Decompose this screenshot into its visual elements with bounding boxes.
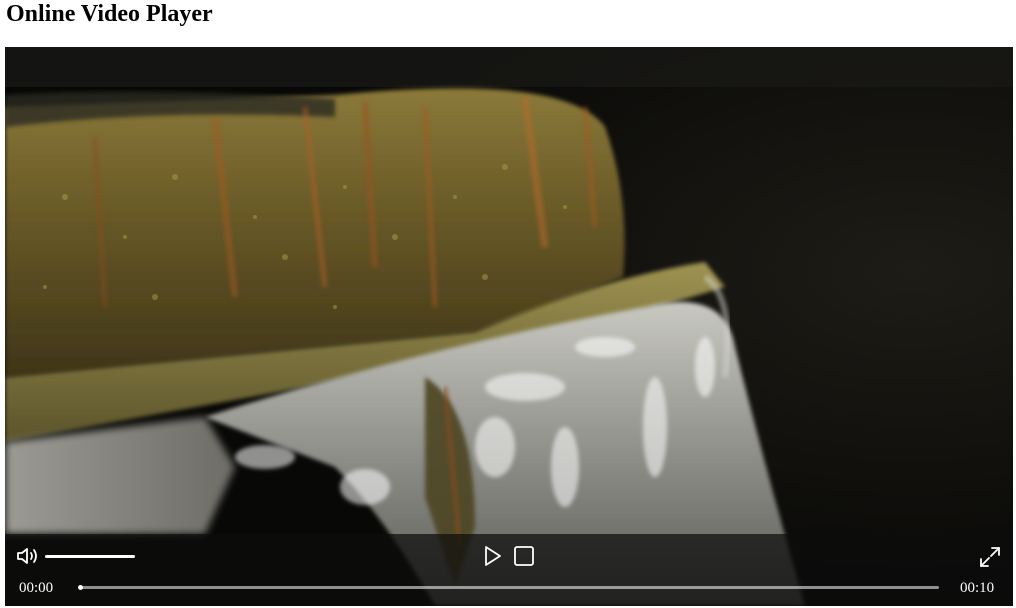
volume-slider[interactable] [45,550,135,562]
volume-level [45,555,135,558]
fullscreen-button[interactable] [978,545,1002,569]
play-icon [485,546,501,566]
duration-time: 00:10 [960,580,995,596]
page-title: Online Video Player [6,1,213,27]
fullscreen-expand-icon [980,547,1000,567]
speaker-volume-icon [17,548,37,564]
stop-button[interactable] [513,545,535,567]
stop-icon [514,546,534,566]
video-frame[interactable] [5,47,1013,606]
play-button[interactable] [483,545,503,567]
progress-thumb[interactable] [78,585,83,590]
progress-slider[interactable] [78,582,939,594]
progress-track [79,586,939,589]
volume-button[interactable] [16,546,40,566]
video-player[interactable]: 00:00 00:10 [5,47,1013,606]
current-time: 00:00 [19,580,54,596]
control-bar: 00:00 00:10 [5,534,1013,606]
